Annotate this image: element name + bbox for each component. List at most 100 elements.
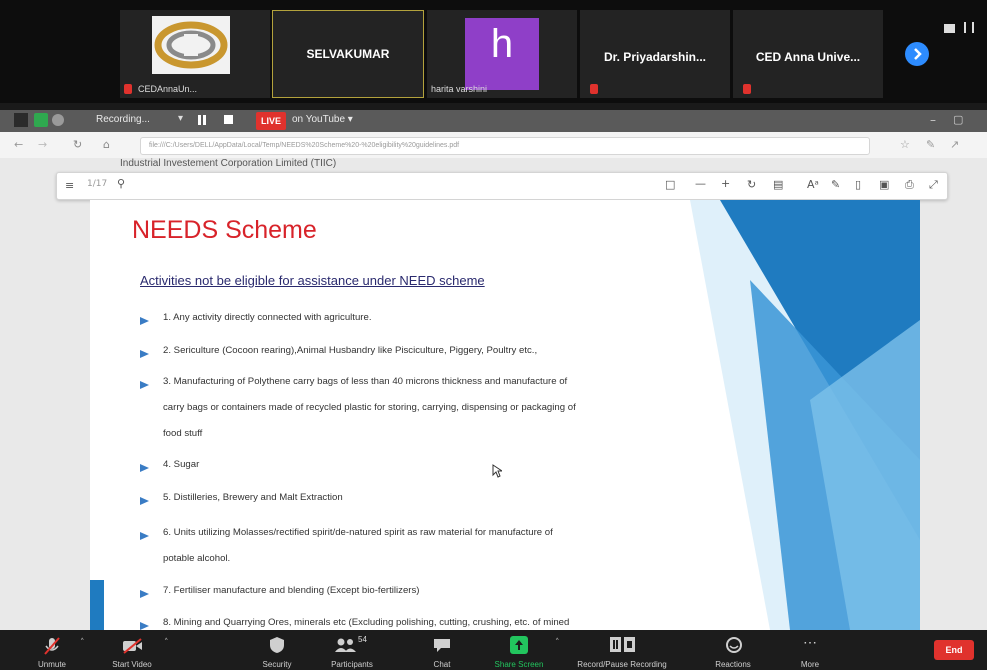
mouse-cursor-icon <box>492 464 502 478</box>
expand-icon[interactable]: ⤢ <box>929 178 938 192</box>
list-item: 4. Sugar <box>163 459 200 470</box>
pdf-toolbar: ≡ 1/17 ⚲ □ — + ↻ ▤ Aᵃ ✎ ▯ ▣ ⎙ ⤢ <box>56 172 948 200</box>
share-screen-label: Share Screen <box>494 660 544 669</box>
search-icon[interactable]: ⚲ <box>117 177 125 190</box>
ced-logo <box>152 16 230 74</box>
unmute-label: Unmute <box>37 660 66 669</box>
participant-tile-harita[interactable]: h harita varshini <box>427 10 577 98</box>
security-button[interactable]: Security <box>252 630 302 670</box>
list-item: 8. Mining and Quarrying Ores, minerals e… <box>163 617 570 628</box>
end-meeting-button[interactable]: End <box>934 640 974 660</box>
participant-tile-selvakumar[interactable]: SELVAKUMAR <box>272 10 424 98</box>
bullet-arrow-icon <box>140 464 149 472</box>
forward-icon[interactable]: → <box>38 138 47 151</box>
share-screen-button[interactable]: Share Screen <box>486 630 552 670</box>
participant-tile-ced[interactable]: CEDAnnaUn... <box>120 10 270 98</box>
smiley-icon <box>726 637 742 653</box>
pause-recording-button[interactable] <box>197 115 207 125</box>
video-options-caret-icon[interactable]: ˄ <box>164 638 169 648</box>
list-item-continuation: potable alcohol. <box>163 553 231 564</box>
page-number-input[interactable]: 1/17 <box>87 179 107 189</box>
avatar-initial: h <box>490 22 514 66</box>
list-item-continuation: food stuff <box>163 428 203 439</box>
chevron-right-icon <box>914 48 922 60</box>
microphone-muted-icon <box>44 637 60 655</box>
back-icon[interactable]: ← <box>14 138 23 151</box>
youtube-live-menu[interactable]: on YouTube ▾ <box>292 114 353 125</box>
share-screen-icon <box>510 636 528 654</box>
favorite-star-icon[interactable]: ☆ <box>900 138 910 151</box>
reactions-button[interactable]: Reactions <box>704 630 762 670</box>
refresh-icon[interactable]: ↻ <box>73 138 82 151</box>
print-icon[interactable]: ⎙ <box>905 178 914 192</box>
unmute-button[interactable]: Unmute <box>24 630 80 670</box>
participant-tile-ced-anna[interactable]: CED Anna Unive... <box>733 10 883 98</box>
participant-name: Dr. Priyadarshin... <box>603 50 707 64</box>
more-label: More <box>800 660 820 669</box>
save-icon[interactable]: ▣ <box>879 178 889 191</box>
participant-count: 54 <box>358 635 367 644</box>
minimize-icon[interactable]: – <box>930 113 936 127</box>
participant-name: CED Anna Unive... <box>755 50 861 64</box>
participant-tile-priyadarshini[interactable]: Dr. Priyadarshin... <box>580 10 730 98</box>
participant-name: SELVAKUMAR <box>306 47 390 61</box>
zoom-in-button[interactable]: + <box>721 177 730 190</box>
share-icon[interactable]: ↗ <box>950 138 959 151</box>
participants-label: Participants <box>331 660 373 669</box>
security-label: Security <box>262 660 292 669</box>
fullscreen-icon[interactable] <box>964 22 974 33</box>
bullet-arrow-icon <box>140 532 149 540</box>
record-pause-button[interactable]: Record/Pause Recording <box>572 630 672 670</box>
stop-recording-button[interactable] <box>224 115 233 124</box>
bullet-arrow-icon <box>140 381 149 389</box>
list-item: 3. Manufacturing of Polythene carry bags… <box>163 376 568 387</box>
shield-icon <box>34 113 48 127</box>
mic-muted-icon <box>124 84 132 94</box>
next-page-button[interactable] <box>905 42 929 66</box>
more-button[interactable]: ⋯ More <box>790 630 830 670</box>
meeting-toolbar: Unmute ˄ Start Video ˄ Security 54 Parti… <box>0 630 987 670</box>
zoom-out-button[interactable]: — <box>695 177 706 190</box>
record-label: Record/Pause Recording <box>577 660 667 669</box>
view-layout-icon[interactable] <box>944 24 955 33</box>
highlight-icon[interactable]: ▯ <box>855 178 861 191</box>
list-item: 2. Sericulture (Cocoon rearing),Animal H… <box>163 345 538 356</box>
restore-icon[interactable]: ▢ <box>953 113 963 126</box>
list-item-continuation: carry bags or containers made of recycle… <box>163 402 576 413</box>
shield-icon <box>270 637 284 653</box>
mic-muted-icon <box>590 84 598 94</box>
participants-button[interactable]: 54 Participants <box>320 630 384 670</box>
list-item: 6. Units utilizing Molasses/rectified sp… <box>163 527 553 538</box>
audio-options-caret-icon[interactable]: ˄ <box>80 638 85 648</box>
share-options-caret-icon[interactable]: ˄ <box>555 638 560 648</box>
bullet-arrow-icon <box>140 317 149 325</box>
reactions-label: Reactions <box>715 660 751 669</box>
bullet-arrow-icon <box>140 497 149 505</box>
avatar: h <box>465 18 539 90</box>
participant-label: harita varshini <box>431 84 488 94</box>
rotate-icon[interactable]: ↻ <box>747 178 756 191</box>
page-view-icon[interactable]: ▤ <box>773 178 783 191</box>
read-aloud-icon[interactable]: Aᵃ <box>807 178 819 191</box>
chat-label: Chat <box>433 660 451 669</box>
address-bar[interactable]: file:///C:/Users/DELL/AppData/Local/Temp… <box>140 137 870 155</box>
doc-header-text: Industrial Investement Corporation Limit… <box>120 158 337 169</box>
contents-icon[interactable]: ≡ <box>65 179 74 192</box>
start-video-button[interactable]: Start Video <box>100 630 164 670</box>
pen-icon[interactable]: ✎ <box>926 138 935 151</box>
draw-icon[interactable]: ✎ <box>831 178 840 191</box>
list-item: 7. Fertiliser manufacture and blending (… <box>163 585 420 596</box>
bullet-arrow-icon <box>140 590 149 598</box>
home-icon[interactable]: ⌂ <box>103 138 110 151</box>
list-item: 5. Distilleries, Brewery and Malt Extrac… <box>163 492 343 503</box>
live-badge: LIVE <box>256 112 286 130</box>
people-icon <box>335 638 356 652</box>
recording-dropdown-icon[interactable]: ▾ <box>178 113 183 124</box>
recording-label: Recording... <box>96 114 150 125</box>
mic-muted-icon <box>743 84 751 94</box>
fit-page-icon[interactable]: □ <box>665 178 675 191</box>
chat-button[interactable]: Chat <box>420 630 464 670</box>
window-icon <box>14 113 28 127</box>
participant-label: CEDAnnaUn... <box>138 84 198 94</box>
status-dot-icon <box>52 114 64 126</box>
